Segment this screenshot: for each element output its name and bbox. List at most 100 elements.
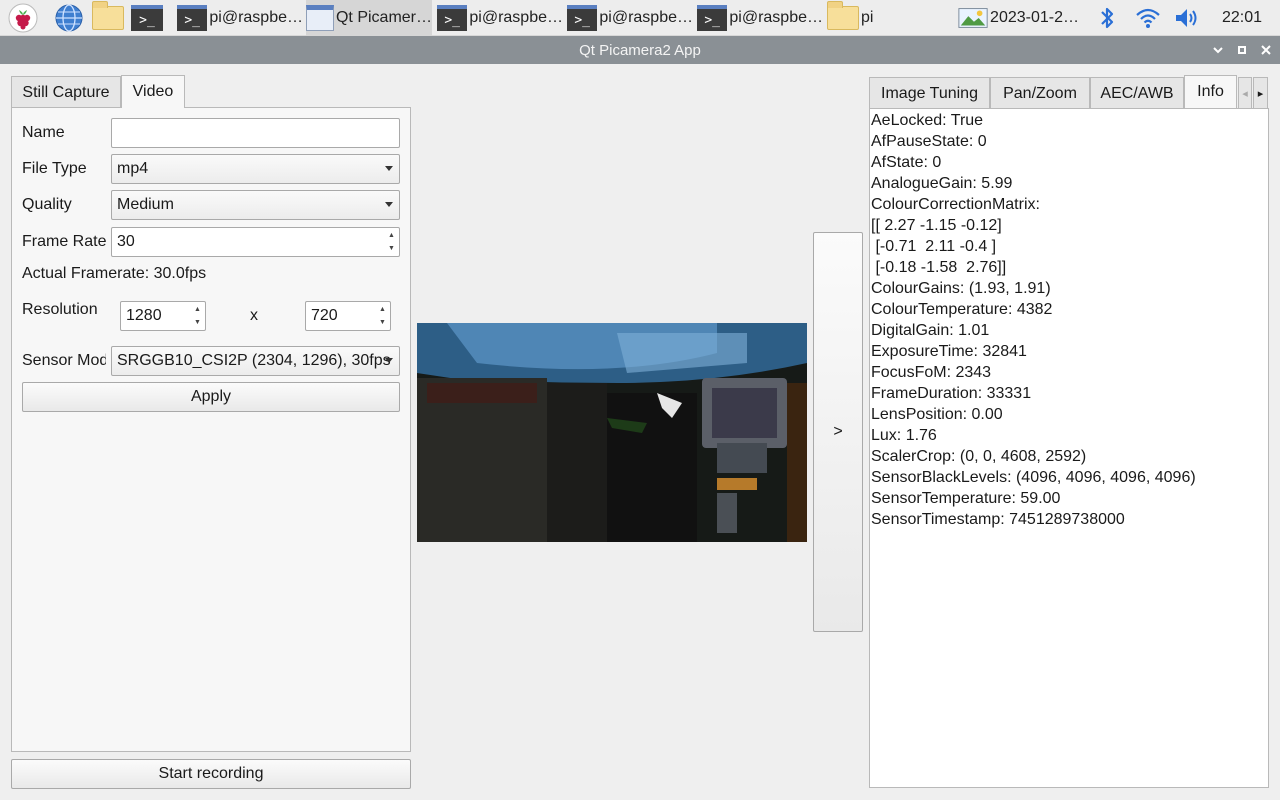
spin-arrows[interactable]: ▲ ▼ xyxy=(191,303,204,329)
tab-still-capture[interactable]: Still Capture xyxy=(11,76,121,108)
web-browser-launcher[interactable] xyxy=(52,0,86,36)
info-line: SensorBlackLevels: (4096, 4096, 4096, 40… xyxy=(871,469,1196,486)
info-panel: AeLocked: True AfPauseState: 0 AfState: 0 A… xyxy=(869,108,1269,788)
info-line: [-0.71 2.11 -0.4 ] xyxy=(871,238,997,255)
terminal-icon: >_ xyxy=(437,5,468,31)
resolution-height-spinbox[interactable]: 720 ▲ ▼ xyxy=(305,301,391,331)
bluetooth-icon xyxy=(1101,7,1114,29)
toggle-side-panel-button[interactable]: > xyxy=(813,232,863,632)
window-titlebar[interactable]: Qt Picamera2 App xyxy=(0,36,1280,64)
info-line: FocusFoM: 2343 xyxy=(871,364,992,381)
file-type-value: mp4 xyxy=(117,160,149,177)
name-label: Name xyxy=(22,124,65,141)
spin-up-icon[interactable]: ▲ xyxy=(385,229,398,242)
terminal-icon: >_ xyxy=(697,5,728,31)
resolution-width-spinbox[interactable]: 1280 ▲ ▼ xyxy=(120,301,206,331)
folder-icon xyxy=(92,1,124,30)
spin-down-icon[interactable]: ▼ xyxy=(191,316,204,329)
maximize-icon xyxy=(1238,46,1246,54)
folder-icon xyxy=(827,1,859,30)
file-type-label: File Type xyxy=(22,160,87,177)
close-icon xyxy=(1261,45,1271,55)
tab-aec-awb[interactable]: AEC/AWB xyxy=(1090,77,1184,109)
tab-image-tuning[interactable]: Image Tuning xyxy=(869,77,990,109)
tab-pan-zoom[interactable]: Pan/Zoom xyxy=(990,77,1090,109)
info-line: AnalogueGain: 5.99 xyxy=(871,175,1013,192)
tab-video[interactable]: Video xyxy=(121,75,185,108)
raspberry-menu-button[interactable] xyxy=(6,0,40,36)
sensor-mode-select[interactable]: SRGGB10_CSI2P (2304, 1296), 30fps xyxy=(111,346,400,376)
info-line: SensorTimestamp: 7451289738000 xyxy=(871,511,1125,528)
info-line: LensPosition: 0.00 xyxy=(871,406,1003,423)
task-terminal-3[interactable]: >_ pi@raspbe… xyxy=(567,0,693,36)
info-line: ScalerCrop: (0, 0, 4608, 2592) xyxy=(871,448,1087,465)
globe-icon xyxy=(55,4,83,32)
frame-rate-label: Frame Rate xyxy=(22,233,107,250)
window-icon xyxy=(306,5,334,31)
frame-rate-value: 30 xyxy=(117,233,135,250)
close-button[interactable] xyxy=(1255,36,1277,64)
window-title: Qt Picamera2 App xyxy=(579,41,701,59)
raspberry-icon xyxy=(8,3,38,33)
terminal-icon: >_ xyxy=(131,5,163,31)
clock[interactable]: 22:01 xyxy=(1222,0,1266,36)
start-recording-button[interactable]: Start recording xyxy=(11,759,411,789)
bluetooth-button[interactable] xyxy=(1094,0,1120,36)
spin-down-icon[interactable]: ▼ xyxy=(385,242,398,255)
task-terminal-4[interactable]: >_ pi@raspbe… xyxy=(697,0,823,36)
tab-scroll-left-button[interactable]: ◂ xyxy=(1238,77,1252,109)
task-label: pi xyxy=(861,9,874,26)
name-input[interactable] xyxy=(111,118,400,148)
task-label: Qt Picamer… xyxy=(335,9,432,26)
spin-up-icon[interactable]: ▲ xyxy=(191,303,204,316)
file-manager-launcher[interactable] xyxy=(92,0,126,36)
terminal-icon: >_ xyxy=(177,5,208,31)
task-label: pi@raspbe… xyxy=(469,9,563,26)
info-line: Lux: 1.76 xyxy=(871,427,937,444)
volume-button[interactable] xyxy=(1172,0,1204,36)
frame-rate-spinbox[interactable]: 30 ▲ ▼ xyxy=(111,227,400,257)
spin-arrows[interactable]: ▲ ▼ xyxy=(376,303,389,329)
sensor-mode-label: Sensor Mod xyxy=(22,352,106,369)
info-line: ExposureTime: 32841 xyxy=(871,343,1027,360)
dropdown-arrow-icon xyxy=(385,358,393,363)
camera-preview xyxy=(417,323,807,542)
file-type-select[interactable]: mp4 xyxy=(111,154,400,184)
info-line: AfPauseState: 0 xyxy=(871,133,987,150)
task-folder-pi[interactable]: pi xyxy=(827,0,887,36)
resolution-separator: x xyxy=(250,307,258,324)
info-line: ColourCorrectionMatrix: xyxy=(871,196,1040,213)
spin-up-icon[interactable]: ▲ xyxy=(376,303,389,316)
spin-down-icon[interactable]: ▼ xyxy=(376,316,389,329)
tab-info[interactable]: Info xyxy=(1184,75,1237,108)
minimize-button[interactable] xyxy=(1207,36,1229,64)
maximize-button[interactable] xyxy=(1231,36,1253,64)
wifi-button[interactable] xyxy=(1133,0,1163,36)
apply-button[interactable]: Apply xyxy=(22,382,400,412)
quality-select[interactable]: Medium xyxy=(111,190,400,220)
info-line: DigitalGain: 1.01 xyxy=(871,322,990,339)
info-line: ColourGains: (1.93, 1.91) xyxy=(871,280,1051,297)
task-terminal-2[interactable]: >_ pi@raspbe… xyxy=(437,0,563,36)
info-line: AeLocked: True xyxy=(871,112,984,129)
task-screenshot[interactable]: 2023-01-2… xyxy=(957,0,1079,36)
spin-arrows[interactable]: ▲ ▼ xyxy=(385,229,398,255)
terminal-launcher[interactable]: >_ xyxy=(131,0,165,36)
taskbar: >_ >_ pi@raspbe… Qt Picamer… >_ pi@raspb… xyxy=(0,0,1280,36)
task-label: pi@raspbe… xyxy=(599,9,693,26)
quality-value: Medium xyxy=(117,196,174,213)
actual-framerate-text: Actual Framerate: 30.0fps xyxy=(22,265,207,282)
camera-preview-image xyxy=(417,323,807,542)
task-terminal-1[interactable]: >_ pi@raspbe… xyxy=(177,0,303,36)
info-line: ColourTemperature: 4382 xyxy=(871,301,1053,318)
info-line: FrameDuration: 33331 xyxy=(871,385,1032,402)
quality-label: Quality xyxy=(22,196,72,213)
dropdown-arrow-icon xyxy=(385,202,393,207)
info-list: AeLocked: True AfPauseState: 0 AfState: 0 A… xyxy=(871,110,1196,530)
terminal-icon: >_ xyxy=(567,5,598,31)
dropdown-arrow-icon xyxy=(385,166,393,171)
tab-scroll-right-button[interactable]: ▸ xyxy=(1253,77,1268,109)
task-qt-picamera[interactable]: Qt Picamer… xyxy=(306,0,432,36)
task-label: 2023-01-2… xyxy=(990,9,1079,26)
info-line: SensorTemperature: 59.00 xyxy=(871,490,1061,507)
